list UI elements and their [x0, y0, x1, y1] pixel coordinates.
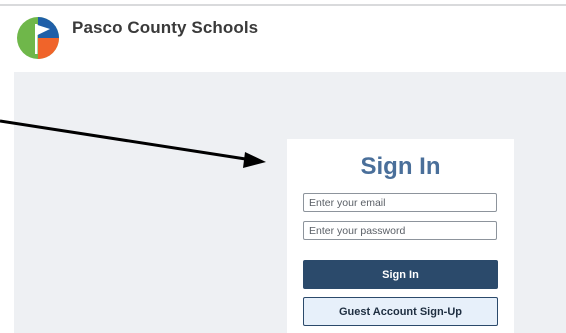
signin-button[interactable]: Sign In — [303, 260, 498, 289]
signin-title: Sign In — [360, 153, 441, 180]
password-field[interactable] — [303, 221, 497, 240]
email-field[interactable] — [303, 193, 497, 212]
pasco-schools-logo-icon — [17, 17, 59, 59]
site-header: Pasco County Schools — [0, 6, 566, 68]
guest-signup-button[interactable]: Guest Account Sign-Up — [303, 297, 498, 326]
signin-card: Sign In Sign In Guest Account Sign-Up — [287, 139, 514, 333]
org-name: Pasco County Schools — [72, 18, 259, 37]
